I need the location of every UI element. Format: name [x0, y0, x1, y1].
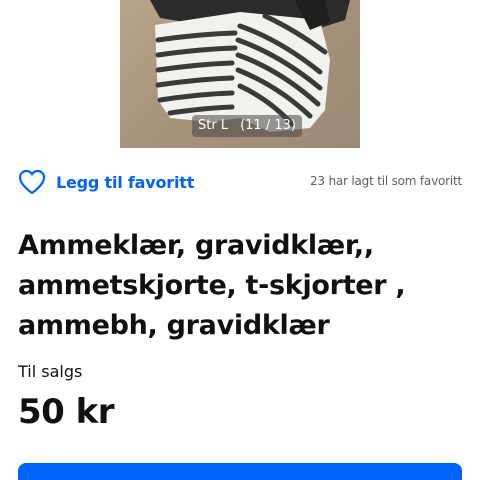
size-caption: Str L — [198, 118, 229, 133]
favorite-row: Legg til favoritt 23 har lagt til som fa… — [18, 166, 462, 198]
listing-status: Til salgs — [18, 362, 83, 381]
image-caption: Str L (11 / 13) — [192, 115, 302, 137]
primary-action-button[interactable] — [18, 463, 462, 480]
listing-price: 50 kr — [18, 392, 115, 432]
add-favorite-label: Legg til favoritt — [56, 172, 195, 192]
favorite-count: 23 har lagt til som favoritt — [310, 174, 462, 188]
image-counter: (11 / 13) — [240, 118, 296, 133]
add-favorite-button[interactable]: Legg til favoritt — [18, 166, 194, 198]
listing-title: Ammeklær, gravidklær,, ammetskjorte, t-s… — [18, 230, 406, 341]
image-gallery[interactable]: Str L (11 / 13) — [0, 0, 480, 148]
heart-outline-icon — [18, 169, 46, 195]
